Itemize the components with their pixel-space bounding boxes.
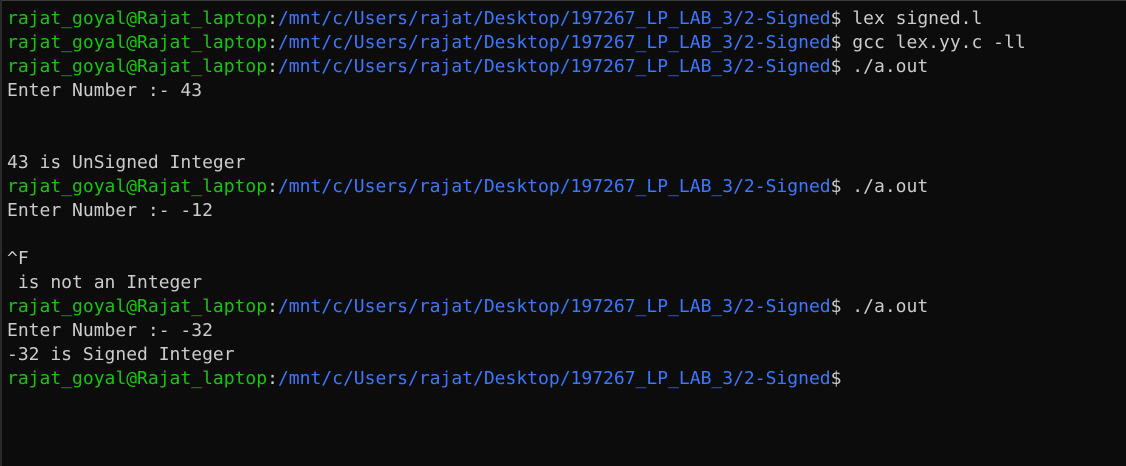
command-text: ./a.out <box>841 296 929 317</box>
output-text: is not an Integer <box>7 272 203 293</box>
output-text: 43 is UnSigned Integer <box>7 152 246 173</box>
command-text: gcc lex.yy.c -ll <box>841 32 1026 53</box>
output-text: ^F <box>7 248 29 269</box>
prompt-path: /mnt/c/Users/rajat/Desktop/197267_LP_LAB… <box>277 176 831 197</box>
prompt-colon: : <box>267 368 278 389</box>
output-text: -32 is Signed Integer <box>7 344 235 365</box>
prompt-user-host: rajat_goyal@Rajat_laptop <box>7 368 268 389</box>
prompt-symbol: $ <box>830 368 842 389</box>
output-line: Enter Number :- -32 <box>7 319 1026 343</box>
command-text: ./a.out <box>841 56 929 77</box>
output-line: is not an Integer <box>7 271 1026 295</box>
output-text: Enter Number :- -32 <box>7 320 213 341</box>
scrollbar[interactable] <box>1112 1 1126 466</box>
terminal-window[interactable]: rajat_goyal@Rajat_laptop:/mnt/c/Users/ra… <box>0 0 1126 466</box>
output-line: -32 is Signed Integer <box>7 343 1026 367</box>
prompt-line: rajat_goyal@Rajat_laptop:/mnt/c/Users/ra… <box>7 7 1026 31</box>
command-text: lex signed.l <box>841 8 983 29</box>
prompt-colon: : <box>267 8 278 29</box>
terminal-output[interactable]: rajat_goyal@Rajat_laptop:/mnt/c/Users/ra… <box>7 7 1026 391</box>
output-text: Enter Number :- -12 <box>7 200 213 221</box>
output-text: Enter Number :- 43 <box>7 80 203 101</box>
prompt-colon: : <box>267 296 278 317</box>
prompt-colon: : <box>267 32 278 53</box>
prompt-user-host: rajat_goyal@Rajat_laptop <box>7 32 268 53</box>
prompt-symbol: $ <box>830 8 842 29</box>
prompt-user-host: rajat_goyal@Rajat_laptop <box>7 8 268 29</box>
prompt-line: rajat_goyal@Rajat_laptop:/mnt/c/Users/ra… <box>7 295 1026 319</box>
output-line: 43 is UnSigned Integer <box>7 151 1026 175</box>
prompt-user-host: rajat_goyal@Rajat_laptop <box>7 176 268 197</box>
prompt-colon: : <box>267 56 278 77</box>
prompt-symbol: $ <box>830 56 842 77</box>
prompt-path: /mnt/c/Users/rajat/Desktop/197267_LP_LAB… <box>277 296 831 317</box>
prompt-symbol: $ <box>830 176 842 197</box>
prompt-line: rajat_goyal@Rajat_laptop:/mnt/c/Users/ra… <box>7 31 1026 55</box>
prompt-path: /mnt/c/Users/rajat/Desktop/197267_LP_LAB… <box>277 56 831 77</box>
prompt-user-host: rajat_goyal@Rajat_laptop <box>7 296 268 317</box>
prompt-colon: : <box>267 176 278 197</box>
prompt-path: /mnt/c/Users/rajat/Desktop/197267_LP_LAB… <box>277 368 831 389</box>
output-line: Enter Number :- -12 <box>7 199 1026 223</box>
prompt-symbol: $ <box>830 32 842 53</box>
prompt-symbol: $ <box>830 296 842 317</box>
output-line: ^F <box>7 247 1026 271</box>
command-text: ./a.out <box>841 176 929 197</box>
prompt-path: /mnt/c/Users/rajat/Desktop/197267_LP_LAB… <box>277 8 831 29</box>
prompt-line: rajat_goyal@Rajat_laptop:/mnt/c/Users/ra… <box>7 175 1026 199</box>
prompt-line: rajat_goyal@Rajat_laptop:/mnt/c/Users/ra… <box>7 55 1026 79</box>
prompt-line: rajat_goyal@Rajat_laptop:/mnt/c/Users/ra… <box>7 367 1026 391</box>
output-line: Enter Number :- 43 <box>7 79 1026 103</box>
prompt-user-host: rajat_goyal@Rajat_laptop <box>7 56 268 77</box>
prompt-path: /mnt/c/Users/rajat/Desktop/197267_LP_LAB… <box>277 32 831 53</box>
